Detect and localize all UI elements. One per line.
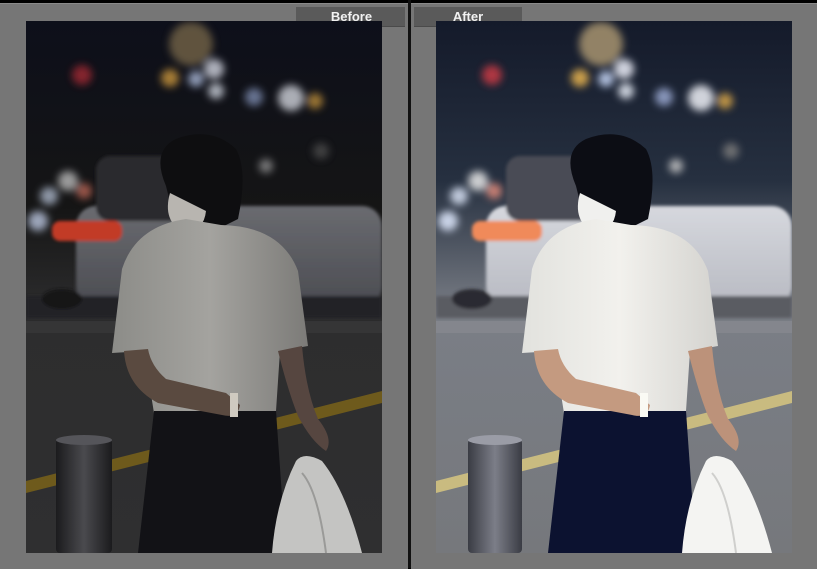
after-photo bbox=[436, 21, 792, 553]
after-photo-image bbox=[436, 21, 792, 553]
before-photo bbox=[26, 21, 382, 553]
before-photo-image bbox=[26, 21, 382, 553]
